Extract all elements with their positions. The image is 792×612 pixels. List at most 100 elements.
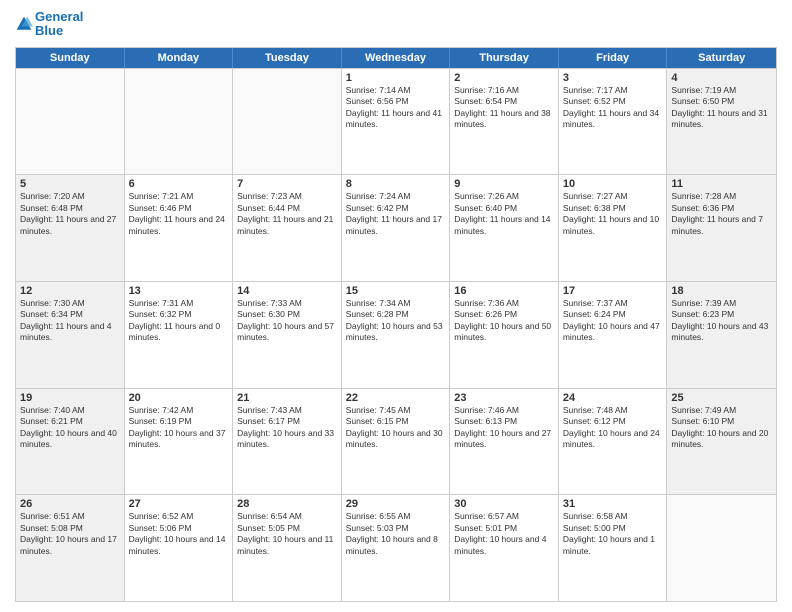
page: General Blue SundayMondayTuesdayWednesda… (0, 0, 792, 612)
day-info: Sunrise: 7:19 AM Sunset: 6:50 PM Dayligh… (671, 85, 772, 131)
header-day-thursday: Thursday (450, 48, 559, 68)
calendar: SundayMondayTuesdayWednesdayThursdayFrid… (15, 47, 777, 602)
day-info: Sunrise: 7:40 AM Sunset: 6:21 PM Dayligh… (20, 405, 120, 451)
day-number: 1 (346, 72, 446, 84)
day-info: Sunrise: 7:42 AM Sunset: 6:19 PM Dayligh… (129, 405, 229, 451)
day-number: 4 (671, 72, 772, 84)
calendar-day-1: 1Sunrise: 7:14 AM Sunset: 6:56 PM Daylig… (342, 69, 451, 175)
calendar-day-12: 12Sunrise: 7:30 AM Sunset: 6:34 PM Dayli… (16, 282, 125, 388)
day-info: Sunrise: 7:31 AM Sunset: 6:32 PM Dayligh… (129, 298, 229, 344)
day-number: 2 (454, 72, 554, 84)
day-info: Sunrise: 6:51 AM Sunset: 5:08 PM Dayligh… (20, 511, 120, 557)
day-info: Sunrise: 7:30 AM Sunset: 6:34 PM Dayligh… (20, 298, 120, 344)
day-info: Sunrise: 7:26 AM Sunset: 6:40 PM Dayligh… (454, 191, 554, 237)
calendar-day-15: 15Sunrise: 7:34 AM Sunset: 6:28 PM Dayli… (342, 282, 451, 388)
calendar-row-5: 26Sunrise: 6:51 AM Sunset: 5:08 PM Dayli… (16, 494, 776, 601)
calendar-day-10: 10Sunrise: 7:27 AM Sunset: 6:38 PM Dayli… (559, 175, 668, 281)
calendar-day-26: 26Sunrise: 6:51 AM Sunset: 5:08 PM Dayli… (16, 495, 125, 601)
day-info: Sunrise: 7:16 AM Sunset: 6:54 PM Dayligh… (454, 85, 554, 131)
logo-text: General Blue (35, 10, 83, 39)
day-info: Sunrise: 7:27 AM Sunset: 6:38 PM Dayligh… (563, 191, 663, 237)
calendar-day-31: 31Sunrise: 6:58 AM Sunset: 5:00 PM Dayli… (559, 495, 668, 601)
day-info: Sunrise: 7:43 AM Sunset: 6:17 PM Dayligh… (237, 405, 337, 451)
header-day-tuesday: Tuesday (233, 48, 342, 68)
day-number: 8 (346, 178, 446, 190)
calendar-day-20: 20Sunrise: 7:42 AM Sunset: 6:19 PM Dayli… (125, 389, 234, 495)
calendar-row-4: 19Sunrise: 7:40 AM Sunset: 6:21 PM Dayli… (16, 388, 776, 495)
day-number: 18 (671, 285, 772, 297)
day-info: Sunrise: 7:34 AM Sunset: 6:28 PM Dayligh… (346, 298, 446, 344)
calendar-day-17: 17Sunrise: 7:37 AM Sunset: 6:24 PM Dayli… (559, 282, 668, 388)
calendar-day-7: 7Sunrise: 7:23 AM Sunset: 6:44 PM Daylig… (233, 175, 342, 281)
calendar-header: SundayMondayTuesdayWednesdayThursdayFrid… (16, 48, 776, 68)
day-info: Sunrise: 7:37 AM Sunset: 6:24 PM Dayligh… (563, 298, 663, 344)
day-info: Sunrise: 7:49 AM Sunset: 6:10 PM Dayligh… (671, 405, 772, 451)
day-number: 28 (237, 498, 337, 510)
day-info: Sunrise: 7:21 AM Sunset: 6:46 PM Dayligh… (129, 191, 229, 237)
day-info: Sunrise: 6:58 AM Sunset: 5:00 PM Dayligh… (563, 511, 663, 557)
calendar-empty (667, 495, 776, 601)
calendar-day-18: 18Sunrise: 7:39 AM Sunset: 6:23 PM Dayli… (667, 282, 776, 388)
calendar-empty (125, 69, 234, 175)
header-day-friday: Friday (559, 48, 668, 68)
logo-icon (15, 15, 33, 33)
day-number: 15 (346, 285, 446, 297)
calendar-day-16: 16Sunrise: 7:36 AM Sunset: 6:26 PM Dayli… (450, 282, 559, 388)
day-info: Sunrise: 7:48 AM Sunset: 6:12 PM Dayligh… (563, 405, 663, 451)
calendar-day-28: 28Sunrise: 6:54 AM Sunset: 5:05 PM Dayli… (233, 495, 342, 601)
day-info: Sunrise: 7:36 AM Sunset: 6:26 PM Dayligh… (454, 298, 554, 344)
calendar-day-8: 8Sunrise: 7:24 AM Sunset: 6:42 PM Daylig… (342, 175, 451, 281)
calendar-row-3: 12Sunrise: 7:30 AM Sunset: 6:34 PM Dayli… (16, 281, 776, 388)
day-number: 23 (454, 392, 554, 404)
calendar-day-29: 29Sunrise: 6:55 AM Sunset: 5:03 PM Dayli… (342, 495, 451, 601)
calendar-empty (233, 69, 342, 175)
day-number: 12 (20, 285, 120, 297)
header: General Blue (15, 10, 777, 39)
calendar-day-24: 24Sunrise: 7:48 AM Sunset: 6:12 PM Dayli… (559, 389, 668, 495)
day-info: Sunrise: 7:14 AM Sunset: 6:56 PM Dayligh… (346, 85, 446, 131)
day-number: 19 (20, 392, 120, 404)
calendar-day-23: 23Sunrise: 7:46 AM Sunset: 6:13 PM Dayli… (450, 389, 559, 495)
day-number: 29 (346, 498, 446, 510)
day-number: 27 (129, 498, 229, 510)
day-info: Sunrise: 6:57 AM Sunset: 5:01 PM Dayligh… (454, 511, 554, 557)
logo: General Blue (15, 10, 83, 39)
day-number: 13 (129, 285, 229, 297)
day-number: 11 (671, 178, 772, 190)
day-number: 3 (563, 72, 663, 84)
day-number: 16 (454, 285, 554, 297)
day-number: 26 (20, 498, 120, 510)
header-day-saturday: Saturday (667, 48, 776, 68)
day-info: Sunrise: 7:20 AM Sunset: 6:48 PM Dayligh… (20, 191, 120, 237)
day-info: Sunrise: 7:46 AM Sunset: 6:13 PM Dayligh… (454, 405, 554, 451)
day-number: 6 (129, 178, 229, 190)
day-info: Sunrise: 7:28 AM Sunset: 6:36 PM Dayligh… (671, 191, 772, 237)
calendar-day-2: 2Sunrise: 7:16 AM Sunset: 6:54 PM Daylig… (450, 69, 559, 175)
day-info: Sunrise: 7:33 AM Sunset: 6:30 PM Dayligh… (237, 298, 337, 344)
calendar-day-22: 22Sunrise: 7:45 AM Sunset: 6:15 PM Dayli… (342, 389, 451, 495)
day-number: 9 (454, 178, 554, 190)
calendar-day-19: 19Sunrise: 7:40 AM Sunset: 6:21 PM Dayli… (16, 389, 125, 495)
calendar-day-11: 11Sunrise: 7:28 AM Sunset: 6:36 PM Dayli… (667, 175, 776, 281)
day-number: 7 (237, 178, 337, 190)
calendar-day-14: 14Sunrise: 7:33 AM Sunset: 6:30 PM Dayli… (233, 282, 342, 388)
calendar-day-5: 5Sunrise: 7:20 AM Sunset: 6:48 PM Daylig… (16, 175, 125, 281)
day-info: Sunrise: 6:52 AM Sunset: 5:06 PM Dayligh… (129, 511, 229, 557)
header-day-monday: Monday (125, 48, 234, 68)
day-number: 10 (563, 178, 663, 190)
calendar-day-9: 9Sunrise: 7:26 AM Sunset: 6:40 PM Daylig… (450, 175, 559, 281)
header-day-wednesday: Wednesday (342, 48, 451, 68)
day-number: 31 (563, 498, 663, 510)
header-day-sunday: Sunday (16, 48, 125, 68)
calendar-day-27: 27Sunrise: 6:52 AM Sunset: 5:06 PM Dayli… (125, 495, 234, 601)
day-number: 5 (20, 178, 120, 190)
calendar-day-21: 21Sunrise: 7:43 AM Sunset: 6:17 PM Dayli… (233, 389, 342, 495)
day-number: 24 (563, 392, 663, 404)
calendar-day-25: 25Sunrise: 7:49 AM Sunset: 6:10 PM Dayli… (667, 389, 776, 495)
day-number: 22 (346, 392, 446, 404)
calendar-day-4: 4Sunrise: 7:19 AM Sunset: 6:50 PM Daylig… (667, 69, 776, 175)
day-info: Sunrise: 6:55 AM Sunset: 5:03 PM Dayligh… (346, 511, 446, 557)
day-number: 17 (563, 285, 663, 297)
day-info: Sunrise: 7:17 AM Sunset: 6:52 PM Dayligh… (563, 85, 663, 131)
calendar-day-6: 6Sunrise: 7:21 AM Sunset: 6:46 PM Daylig… (125, 175, 234, 281)
